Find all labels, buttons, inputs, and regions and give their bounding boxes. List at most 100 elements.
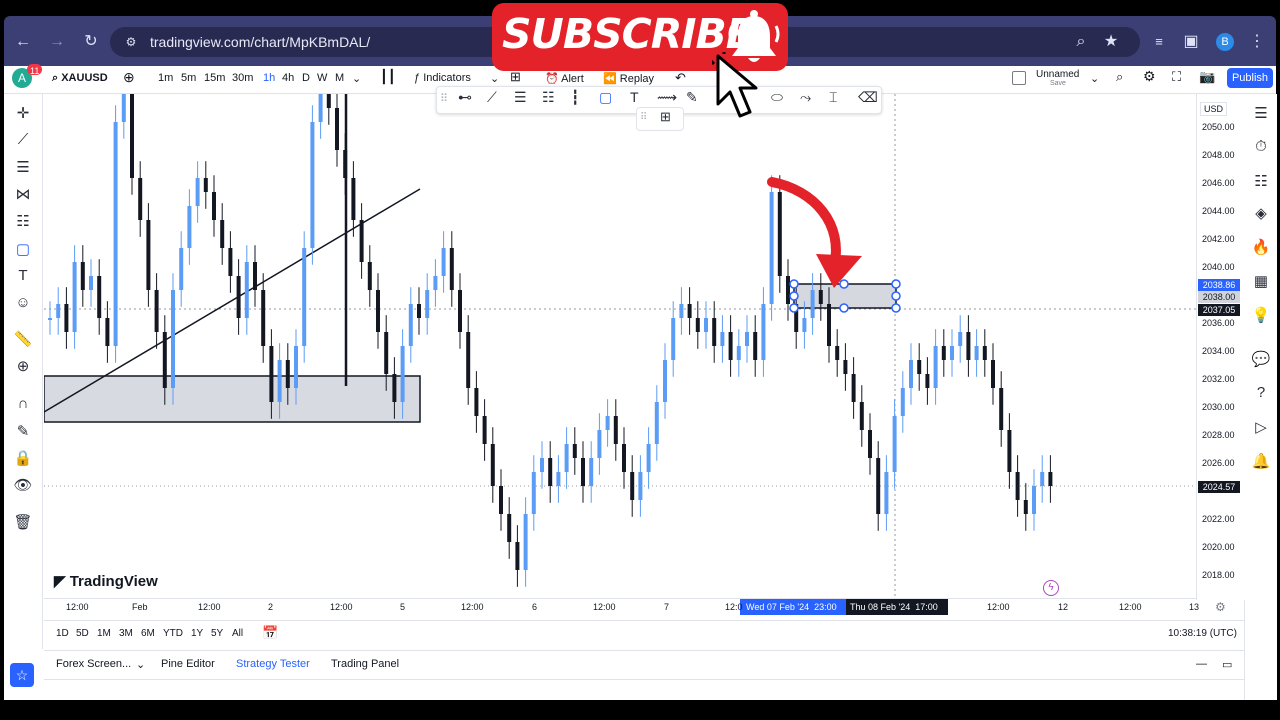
indicators-button[interactable]: ƒ Indicators [414,72,471,84]
drag-handle-icon[interactable]: ⠿ [440,92,448,105]
pattern-icon[interactable]: ⋈ [4,185,42,203]
interval-dropdown-icon[interactable]: ⌄ [352,72,361,85]
parallel-channel-icon[interactable]: ☰ [514,89,527,106]
magnet-icon[interactable]: ∩ [4,395,42,412]
chat-icon[interactable]: 💬 [1245,350,1277,368]
crosshair-icon[interactable]: ✛ [4,104,42,122]
emoji-icon[interactable]: ☺ [4,294,42,311]
range-ytd[interactable]: YTD [163,628,183,639]
notifications-bell-icon[interactable]: 🔔 [1245,452,1277,470]
bottom-tab[interactable]: Forex Screen... [56,658,131,670]
camera-icon[interactable]: 📷 [1199,69,1215,85]
range-1y[interactable]: 1Y [191,628,203,639]
templates-icon[interactable]: ⊞ [510,69,521,85]
quick-search-icon[interactable]: ⌕ [1116,69,1123,85]
layout-dropdown-icon[interactable]: ⌄ [1090,72,1099,85]
watchlist-icon[interactable]: ☰ [1245,104,1277,122]
eye-icon[interactable]: 👁 [4,476,42,494]
interval-4h[interactable]: 4h [282,72,294,84]
long-position-icon[interactable]: ┇ [571,89,579,106]
range-1m[interactable]: 1M [97,628,111,639]
alert-button[interactable]: ⏰ Alert [545,72,584,85]
chart-type-icon[interactable]: ┃┃ [380,69,396,85]
lightning-icon[interactable]: ϟ [1043,580,1059,596]
layout-name[interactable]: Unnamed [1036,69,1079,80]
reload-icon[interactable]: ↻ [76,27,106,57]
bookmark-star-icon[interactable]: ★ [1096,27,1126,57]
extensions-icon[interactable]: ≡ [1144,27,1174,57]
brush-icon[interactable]: ✎ [686,89,698,106]
axis-settings-icon[interactable]: ⚙ [1215,600,1226,614]
range-5d[interactable]: 5D [76,628,89,639]
range-1d[interactable]: 1D [56,628,69,639]
path-icon[interactable]: ⟿ [657,89,677,106]
eraser-icon[interactable]: ⌫ [858,89,878,106]
back-icon[interactable]: ← [8,27,38,57]
text-icon[interactable]: T [630,89,639,105]
curve-icon[interactable]: ⤳ [800,89,811,106]
symbol-search[interactable]: ⌕ XAUUSD [52,72,108,85]
range-all[interactable]: All [232,628,243,639]
utc-clock[interactable]: 10:38:19 (UTC) [1168,628,1237,639]
date-range-calendar-icon[interactable]: 📅 [262,625,278,641]
lock-icon[interactable]: 🔒 [4,449,42,467]
profile-avatar[interactable]: B [1216,33,1234,51]
ellipse-icon[interactable]: ⬭ [771,89,783,106]
screener-dropdown-icon[interactable]: ⌄ [136,658,145,671]
rectangle-tool-icon[interactable]: ▢ [4,240,42,258]
maximize-panel-icon[interactable]: ▭ [1222,658,1232,671]
text-tool-icon[interactable]: T [4,267,42,284]
ruler-icon[interactable]: 📏 [4,330,42,348]
settings-gear-icon[interactable]: ⚙ [1143,68,1156,85]
projection-icon[interactable]: ☷ [4,212,42,230]
range-6m[interactable]: 6M [141,628,155,639]
price-chart[interactable] [44,94,1196,598]
extra-drag-handle-icon[interactable]: ⠿ [640,112,647,123]
bottom-tab[interactable]: Pine Editor [161,658,215,670]
calendar-icon[interactable]: ▦ [1245,272,1277,290]
bottom-tab[interactable]: Strategy Tester [236,658,310,670]
forward-icon[interactable]: → [42,27,72,57]
zoom-in-icon[interactable]: ⊕ [4,357,42,375]
trash-icon[interactable]: 🗑 [4,513,42,531]
streams-icon[interactable]: ▷ [1245,418,1277,436]
replay-button[interactable]: ⏪ Replay [603,72,654,85]
layers-icon[interactable]: ◈ [1245,204,1277,222]
interval-5m[interactable]: 5m [181,72,196,84]
interval-1h[interactable]: 1h [263,72,275,84]
interval-M[interactable]: M [335,72,344,84]
browser-menu-icon[interactable]: ⋮ [1242,27,1272,57]
interval-15m[interactable]: 15m [204,72,225,84]
undo-icon[interactable]: ↶ [675,70,686,86]
layout-square-icon[interactable] [1012,71,1026,85]
object-tree-icon[interactable]: ☷ [1245,172,1277,190]
rectangle-icon[interactable]: ▢ [599,89,612,106]
compare-symbol-icon[interactable]: ⊕ [123,69,135,86]
hotlist-fire-icon[interactable]: 🔥 [1245,238,1277,256]
sidepanel-icon[interactable]: ▣ [1176,27,1206,57]
trendline-icon[interactable]: ⟋ [4,131,42,148]
ideas-bulb-icon[interactable]: 💡 [1245,306,1277,324]
zoom-icon[interactable]: ⌕ [1066,27,1096,57]
bottom-tab[interactable]: Trading Panel [331,658,399,670]
watchlist-star-icon[interactable]: ☆ [10,663,34,687]
regression-icon[interactable]: ☷ [542,89,555,106]
pencil-lock-icon[interactable]: ✎ [4,422,42,440]
site-settings-icon[interactable]: ⚙ [116,27,146,57]
minimize-panel-icon[interactable]: — [1196,658,1207,670]
interval-30m[interactable]: 30m [232,72,253,84]
currency-selector[interactable]: USD [1200,102,1228,116]
interval-D[interactable]: D [302,72,310,84]
more-tools-icon[interactable]: ⊞ [660,109,671,125]
help-icon[interactable]: ? [1245,384,1277,401]
interval-1m[interactable]: 1m [158,72,173,84]
trendline-tool-icon[interactable]: ⟋ [487,89,497,106]
measure-icon[interactable]: ⌶ [829,89,837,106]
indicators-dropdown-icon[interactable]: ⌄ [490,72,499,85]
publish-button[interactable]: Publish [1227,68,1273,88]
range-3m[interactable]: 3M [119,628,133,639]
range-5y[interactable]: 5Y [211,628,223,639]
alerts-clock-icon[interactable]: ⏱ [1245,138,1277,155]
horizontal-ray-icon[interactable]: ⊷ [458,89,472,106]
fib-icon[interactable]: ☰ [4,158,42,176]
